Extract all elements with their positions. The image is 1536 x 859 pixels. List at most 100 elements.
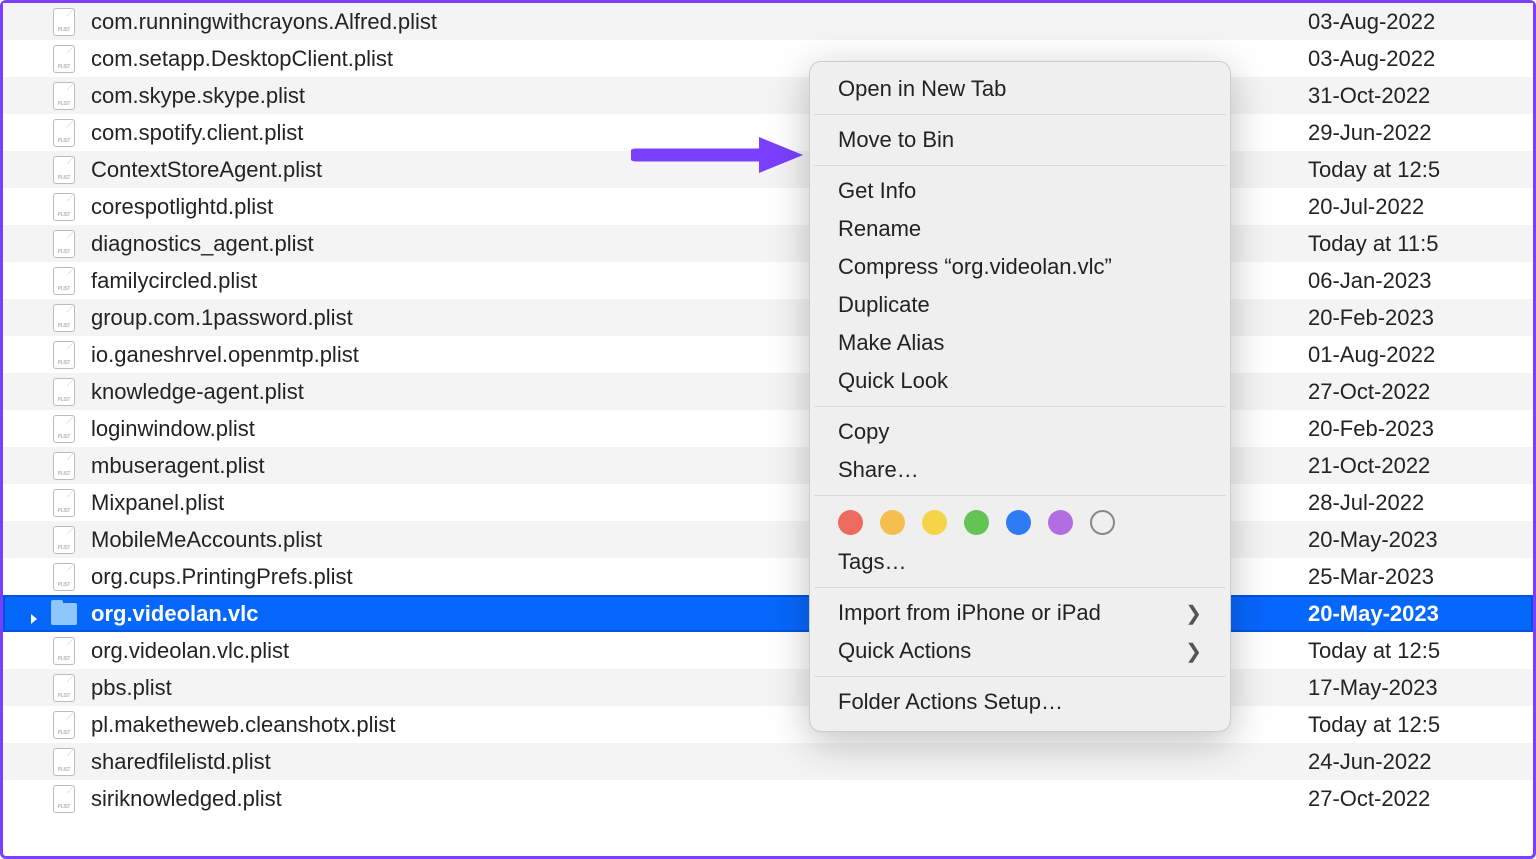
file-row[interactable]: pl.maketheweb.cleanshotx.plistToday at 1… — [3, 706, 1533, 743]
file-row[interactable]: org.cups.PrintingPrefs.plist25-Mar-2023 — [3, 558, 1533, 595]
menu-quick-look[interactable]: Quick Look — [810, 362, 1230, 400]
file-row[interactable]: mbuseragent.plist21-Oct-2022 — [3, 447, 1533, 484]
plist-file-icon — [51, 451, 77, 481]
menu-label: Tags… — [838, 549, 906, 575]
file-date: 27-Oct-2022 — [1308, 379, 1533, 405]
folder-icon — [51, 599, 77, 629]
file-date: Today at 11:5 — [1308, 231, 1533, 257]
plist-file-icon — [51, 192, 77, 222]
menu-duplicate[interactable]: Duplicate — [810, 286, 1230, 324]
file-row[interactable]: loginwindow.plist20-Feb-2023 — [3, 410, 1533, 447]
menu-folder-actions[interactable]: Folder Actions Setup… — [810, 683, 1230, 721]
file-date: 01-Aug-2022 — [1308, 342, 1533, 368]
menu-copy[interactable]: Copy — [810, 413, 1230, 451]
file-date: 06-Jan-2023 — [1308, 268, 1533, 294]
tag-color-dot[interactable] — [1048, 510, 1073, 535]
menu-quick-actions[interactable]: Quick Actions ❯ — [810, 632, 1230, 670]
file-date: 28-Jul-2022 — [1308, 490, 1533, 516]
tag-color-dot[interactable] — [880, 510, 905, 535]
file-date: Today at 12:5 — [1308, 638, 1533, 664]
file-date: 27-Oct-2022 — [1308, 786, 1533, 812]
plist-file-icon — [51, 414, 77, 444]
menu-get-info[interactable]: Get Info — [810, 172, 1230, 210]
plist-file-icon — [51, 747, 77, 777]
file-row[interactable]: com.skype.skype.plist31-Oct-2022 — [3, 77, 1533, 114]
tag-color-dot[interactable] — [922, 510, 947, 535]
menu-label: Share… — [838, 457, 919, 483]
menu-open-new-tab[interactable]: Open in New Tab — [810, 70, 1230, 108]
menu-make-alias[interactable]: Make Alias — [810, 324, 1230, 362]
tag-color-dot[interactable] — [838, 510, 863, 535]
menu-separator — [814, 587, 1226, 588]
plist-file-icon — [51, 7, 77, 37]
chevron-right-icon: ❯ — [1185, 639, 1202, 664]
file-date: Today at 12:5 — [1308, 157, 1533, 183]
file-row[interactable]: siriknowledged.plist27-Oct-2022 — [3, 780, 1533, 817]
file-row[interactable]: io.ganeshrvel.openmtp.plist01-Aug-2022 — [3, 336, 1533, 373]
tag-color-dot[interactable] — [964, 510, 989, 535]
file-list: com.runningwithcrayons.Alfred.plist03-Au… — [3, 3, 1533, 817]
menu-move-to-bin[interactable]: Move to Bin — [810, 121, 1230, 159]
file-row[interactable]: group.com.1password.plist20-Feb-2023 — [3, 299, 1533, 336]
menu-rename[interactable]: Rename — [810, 210, 1230, 248]
file-row[interactable]: sharedfilelistd.plist24-Jun-2022 — [3, 743, 1533, 780]
plist-file-icon — [51, 710, 77, 740]
menu-label: Make Alias — [838, 330, 944, 356]
file-row[interactable]: org.videolan.vlc.plistToday at 12:5 — [3, 632, 1533, 669]
file-row[interactable]: com.runningwithcrayons.Alfred.plist03-Au… — [3, 3, 1533, 40]
menu-share[interactable]: Share… — [810, 451, 1230, 489]
file-date: Today at 12:5 — [1308, 712, 1533, 738]
file-name: com.runningwithcrayons.Alfred.plist — [91, 9, 1308, 35]
file-row[interactable]: knowledge-agent.plist27-Oct-2022 — [3, 373, 1533, 410]
plist-file-icon — [51, 488, 77, 518]
menu-separator — [814, 406, 1226, 407]
tag-none-dot[interactable] — [1090, 510, 1115, 535]
menu-label: Get Info — [838, 178, 916, 204]
menu-compress[interactable]: Compress “org.videolan.vlc” — [810, 248, 1230, 286]
menu-label: Duplicate — [838, 292, 930, 318]
menu-label: Quick Look — [838, 368, 948, 394]
menu-tags[interactable]: Tags… — [810, 543, 1230, 581]
menu-separator — [814, 495, 1226, 496]
plist-file-icon — [51, 562, 77, 592]
file-name: sharedfilelistd.plist — [91, 749, 1308, 775]
plist-file-icon — [51, 81, 77, 111]
menu-separator — [814, 114, 1226, 115]
file-date: 17-May-2023 — [1308, 675, 1533, 701]
file-date: 25-Mar-2023 — [1308, 564, 1533, 590]
file-row[interactable]: diagnostics_agent.plistToday at 11:5 — [3, 225, 1533, 262]
file-row[interactable]: familycircled.plist06-Jan-2023 — [3, 262, 1533, 299]
menu-label: Folder Actions Setup… — [838, 689, 1063, 715]
menu-import-iphone[interactable]: Import from iPhone or iPad ❯ — [810, 594, 1230, 632]
file-date: 20-May-2023 — [1308, 601, 1533, 627]
file-date: 03-Aug-2022 — [1308, 9, 1533, 35]
tag-color-dot[interactable] — [1006, 510, 1031, 535]
plist-file-icon — [51, 525, 77, 555]
plist-file-icon — [51, 673, 77, 703]
file-name: siriknowledged.plist — [91, 786, 1308, 812]
menu-label: Move to Bin — [838, 127, 954, 153]
annotation-arrow — [631, 131, 811, 185]
file-row[interactable]: org.videolan.vlc20-May-2023 — [3, 595, 1533, 632]
file-date: 03-Aug-2022 — [1308, 46, 1533, 72]
file-date: 21-Oct-2022 — [1308, 453, 1533, 479]
menu-label: Import from iPhone or iPad — [838, 600, 1101, 626]
plist-file-icon — [51, 44, 77, 74]
file-date: 20-May-2023 — [1308, 527, 1533, 553]
menu-label: Open in New Tab — [838, 76, 1006, 102]
menu-label: Compress “org.videolan.vlc” — [838, 254, 1112, 280]
menu-label: Quick Actions — [838, 638, 971, 664]
file-date: 29-Jun-2022 — [1308, 120, 1533, 146]
plist-file-icon — [51, 377, 77, 407]
plist-file-icon — [51, 784, 77, 814]
file-date: 31-Oct-2022 — [1308, 83, 1533, 109]
file-row[interactable]: corespotlightd.plist20-Jul-2022 — [3, 188, 1533, 225]
file-row[interactable]: MobileMeAccounts.plist20-May-2023 — [3, 521, 1533, 558]
disclosure-triangle-icon[interactable] — [27, 606, 43, 622]
file-date: 20-Jul-2022 — [1308, 194, 1533, 220]
plist-file-icon — [51, 155, 77, 185]
file-row[interactable]: Mixpanel.plist28-Jul-2022 — [3, 484, 1533, 521]
menu-separator — [814, 165, 1226, 166]
file-row[interactable]: com.setapp.DesktopClient.plist03-Aug-202… — [3, 40, 1533, 77]
file-row[interactable]: pbs.plist17-May-2023 — [3, 669, 1533, 706]
